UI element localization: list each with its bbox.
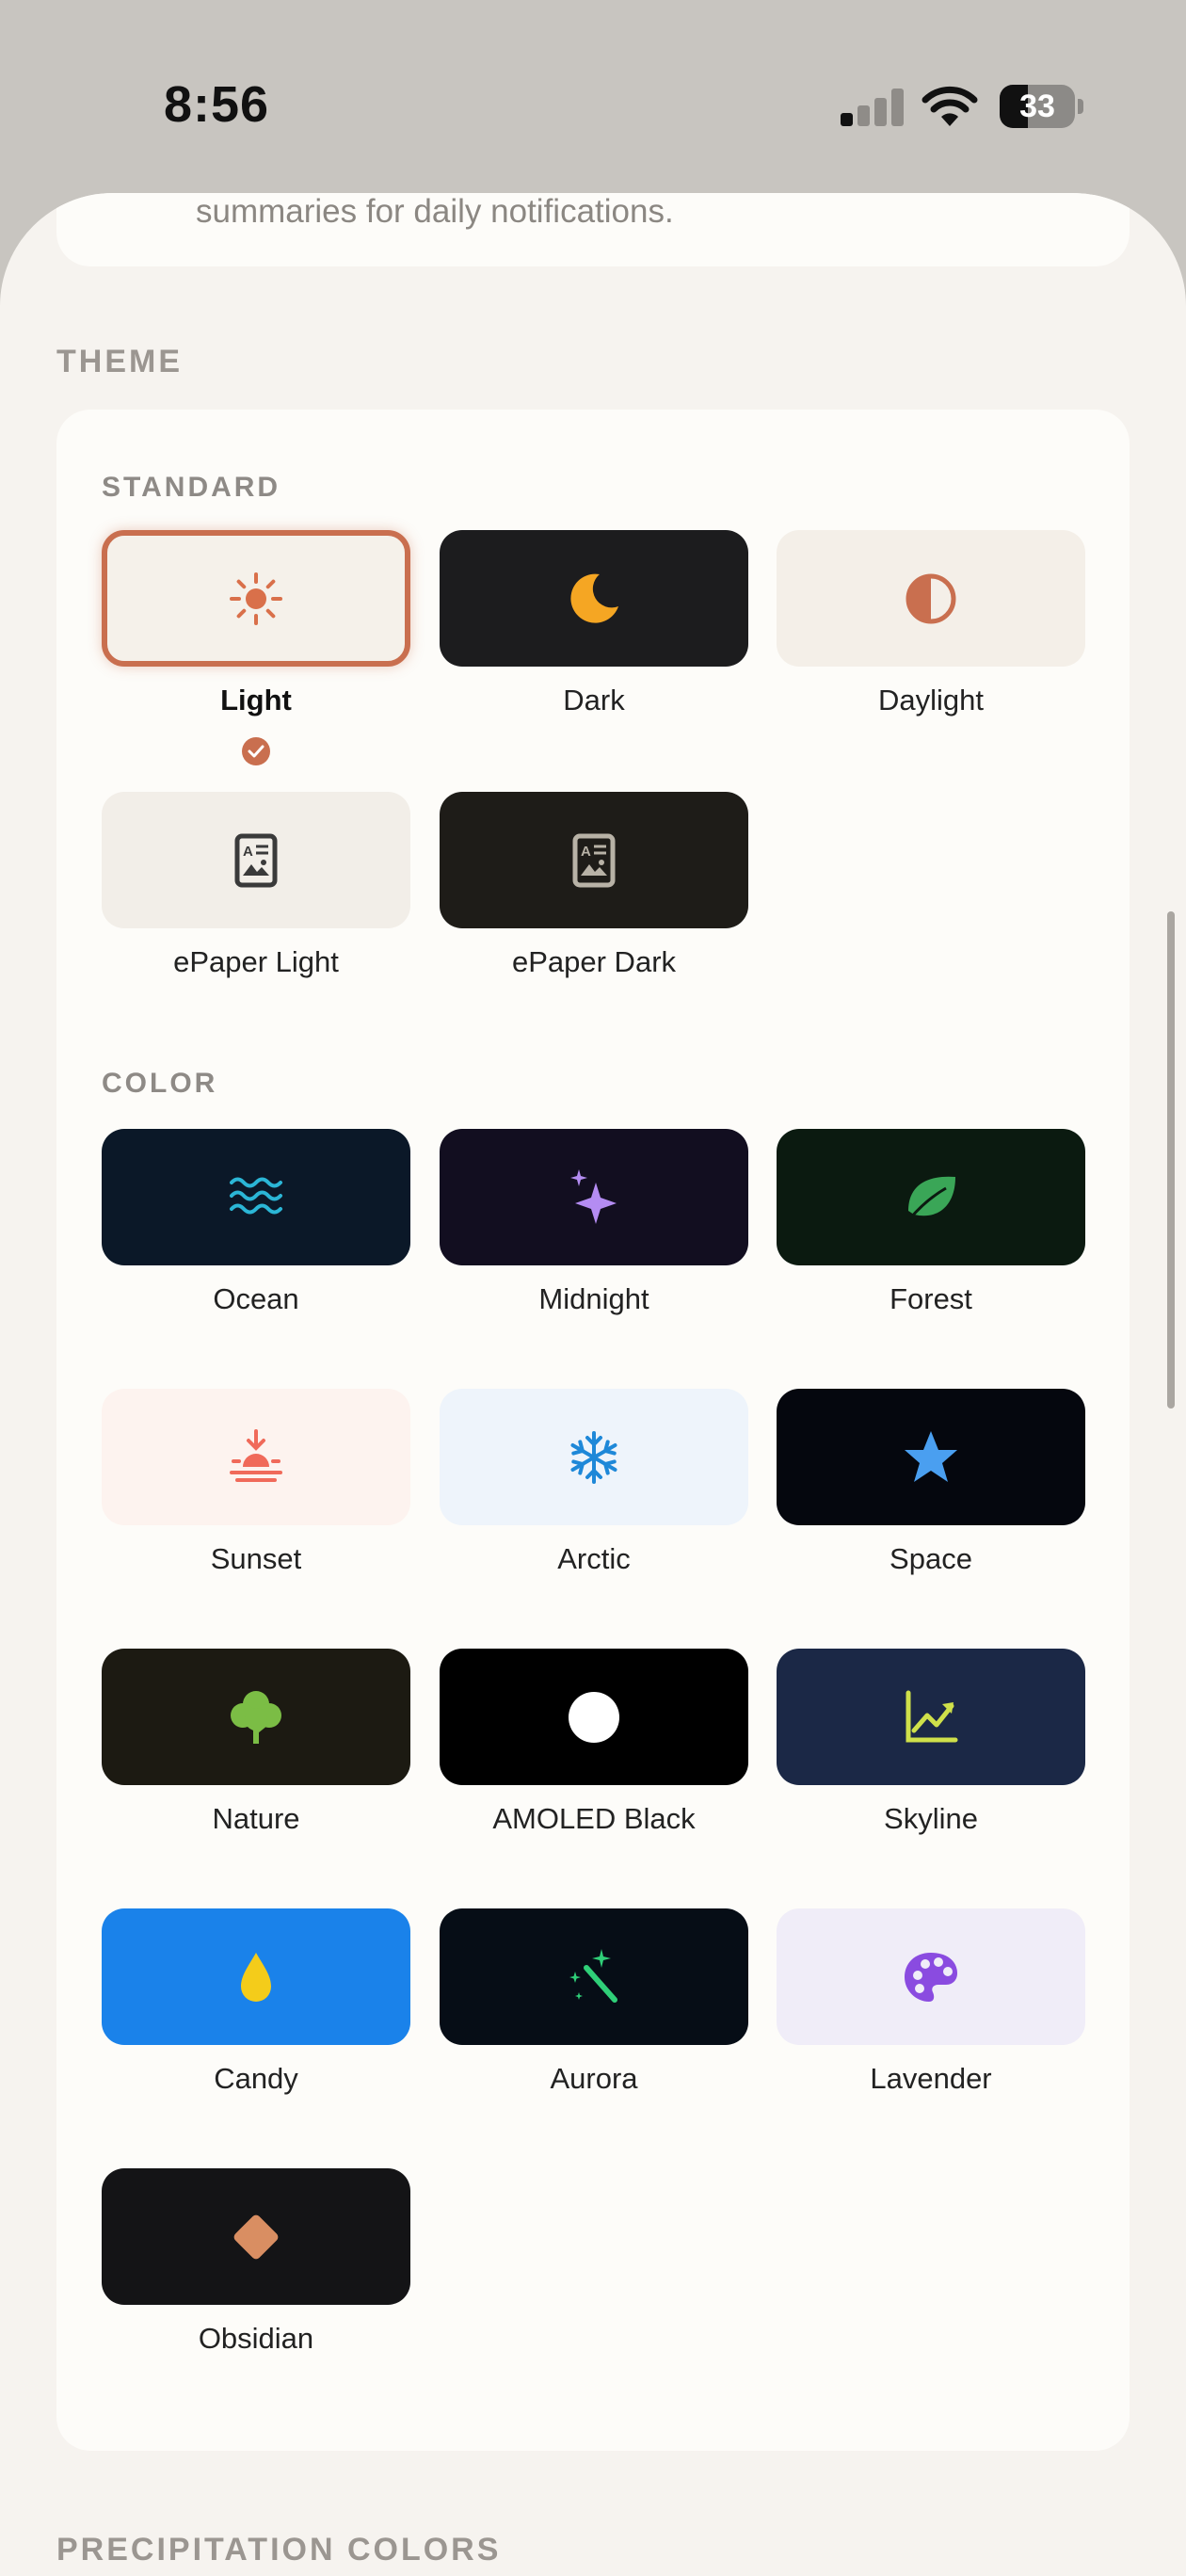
svg-text:A: A bbox=[243, 844, 253, 860]
theme-tile-obsidian[interactable] bbox=[102, 2168, 410, 2305]
theme-label-aurora: Aurora bbox=[550, 2062, 638, 2095]
theme-tile-epaper-light[interactable]: A bbox=[102, 792, 410, 928]
theme-label-amoled-black: AMOLED Black bbox=[492, 1802, 696, 1835]
sun-icon bbox=[230, 572, 282, 625]
sparkles-icon bbox=[570, 1168, 617, 1224]
theme-label-obsidian: Obsidian bbox=[198, 2322, 314, 2355]
theme-label-epaper-light: ePaper Light bbox=[173, 945, 339, 978]
status-bar: 8:56 33 bbox=[0, 0, 1186, 198]
tree-icon bbox=[231, 1690, 281, 1744]
theme-tile-space[interactable] bbox=[777, 1389, 1085, 1525]
theme-label-sunset: Sunset bbox=[210, 1542, 302, 1575]
diamond-icon bbox=[233, 2214, 279, 2259]
half-circle-icon bbox=[906, 573, 956, 623]
theme-label-ocean: Ocean bbox=[213, 1282, 299, 1315]
palette-icon bbox=[905, 1952, 957, 2002]
theme-tile-aurora[interactable] bbox=[440, 1908, 748, 2045]
svg-text:A: A bbox=[581, 844, 591, 860]
theme-tile-dark[interactable] bbox=[440, 530, 748, 667]
scrollbar[interactable] bbox=[1167, 911, 1175, 1409]
snowflake-icon bbox=[570, 1430, 617, 1484]
theme-label-epaper-dark: ePaper Dark bbox=[511, 945, 677, 978]
status-time: 8:56 bbox=[164, 76, 270, 133]
selected-check-icon bbox=[242, 737, 270, 765]
settings-sheet[interactable]: summaries for daily notifications. THEME… bbox=[0, 193, 1186, 2576]
theme-card: STANDARD Light Dark Daylight AePaper Light A… bbox=[56, 410, 1130, 2451]
theme-label-space: Space bbox=[890, 1542, 972, 1575]
cellular-signal-icon bbox=[841, 89, 905, 126]
theme-label-midnight: Midnight bbox=[538, 1282, 649, 1315]
color-label: COLOR bbox=[102, 1068, 218, 1099]
theme-tile-nature[interactable] bbox=[102, 1649, 410, 1785]
theme-tile-lavender[interactable] bbox=[777, 1908, 1085, 2045]
theme-label-lavender: Lavender bbox=[870, 2062, 992, 2095]
wifi-icon bbox=[922, 86, 978, 126]
theme-label-daylight: Daylight bbox=[878, 684, 984, 716]
drop-icon bbox=[241, 1952, 271, 2002]
theme-tile-midnight[interactable] bbox=[440, 1129, 748, 1265]
waves-icon bbox=[230, 1177, 282, 1214]
chart-up-icon bbox=[906, 1690, 958, 1742]
circle-icon bbox=[569, 1691, 619, 1743]
theme-tile-amoled-black[interactable] bbox=[440, 1649, 748, 1785]
theme-tile-ocean[interactable] bbox=[102, 1129, 410, 1265]
theme-section-label: THEME bbox=[56, 344, 183, 379]
previous-card-text: summaries for daily notifications. bbox=[196, 193, 674, 230]
theme-label-light: Light bbox=[220, 684, 292, 716]
precipitation-colors-label: PRECIPITATION COLORS bbox=[56, 2532, 502, 2568]
theme-tile-skyline[interactable] bbox=[777, 1649, 1085, 1785]
battery-icon: 33 bbox=[1000, 85, 1084, 128]
theme-tile-candy[interactable] bbox=[102, 1908, 410, 2045]
leaf-icon bbox=[908, 1176, 955, 1219]
wand-icon bbox=[569, 1948, 617, 2003]
theme-label-skyline: Skyline bbox=[884, 1802, 978, 1835]
theme-label-dark: Dark bbox=[563, 684, 625, 716]
theme-tile-daylight[interactable] bbox=[777, 530, 1085, 667]
theme-label-candy: Candy bbox=[214, 2062, 298, 2095]
theme-tile-arctic[interactable] bbox=[440, 1389, 748, 1525]
theme-label-arctic: Arctic bbox=[557, 1542, 631, 1575]
newspaper-icon: A bbox=[234, 833, 278, 887]
battery-level: 33 bbox=[1019, 89, 1055, 124]
theme-label-forest: Forest bbox=[890, 1282, 972, 1315]
newspaper-icon: A bbox=[572, 833, 616, 887]
theme-label-nature: Nature bbox=[212, 1802, 300, 1835]
theme-tile-sunset[interactable] bbox=[102, 1389, 410, 1525]
moon-icon bbox=[570, 573, 618, 623]
theme-tile-forest[interactable] bbox=[777, 1129, 1085, 1265]
previous-settings-card: summaries for daily notifications. bbox=[56, 193, 1130, 266]
sunset-icon bbox=[230, 1428, 282, 1482]
star-icon bbox=[905, 1430, 957, 1482]
theme-tile-light[interactable] bbox=[102, 530, 410, 667]
theme-tile-epaper-dark[interactable]: A bbox=[440, 792, 748, 928]
standard-label: STANDARD bbox=[102, 472, 281, 503]
